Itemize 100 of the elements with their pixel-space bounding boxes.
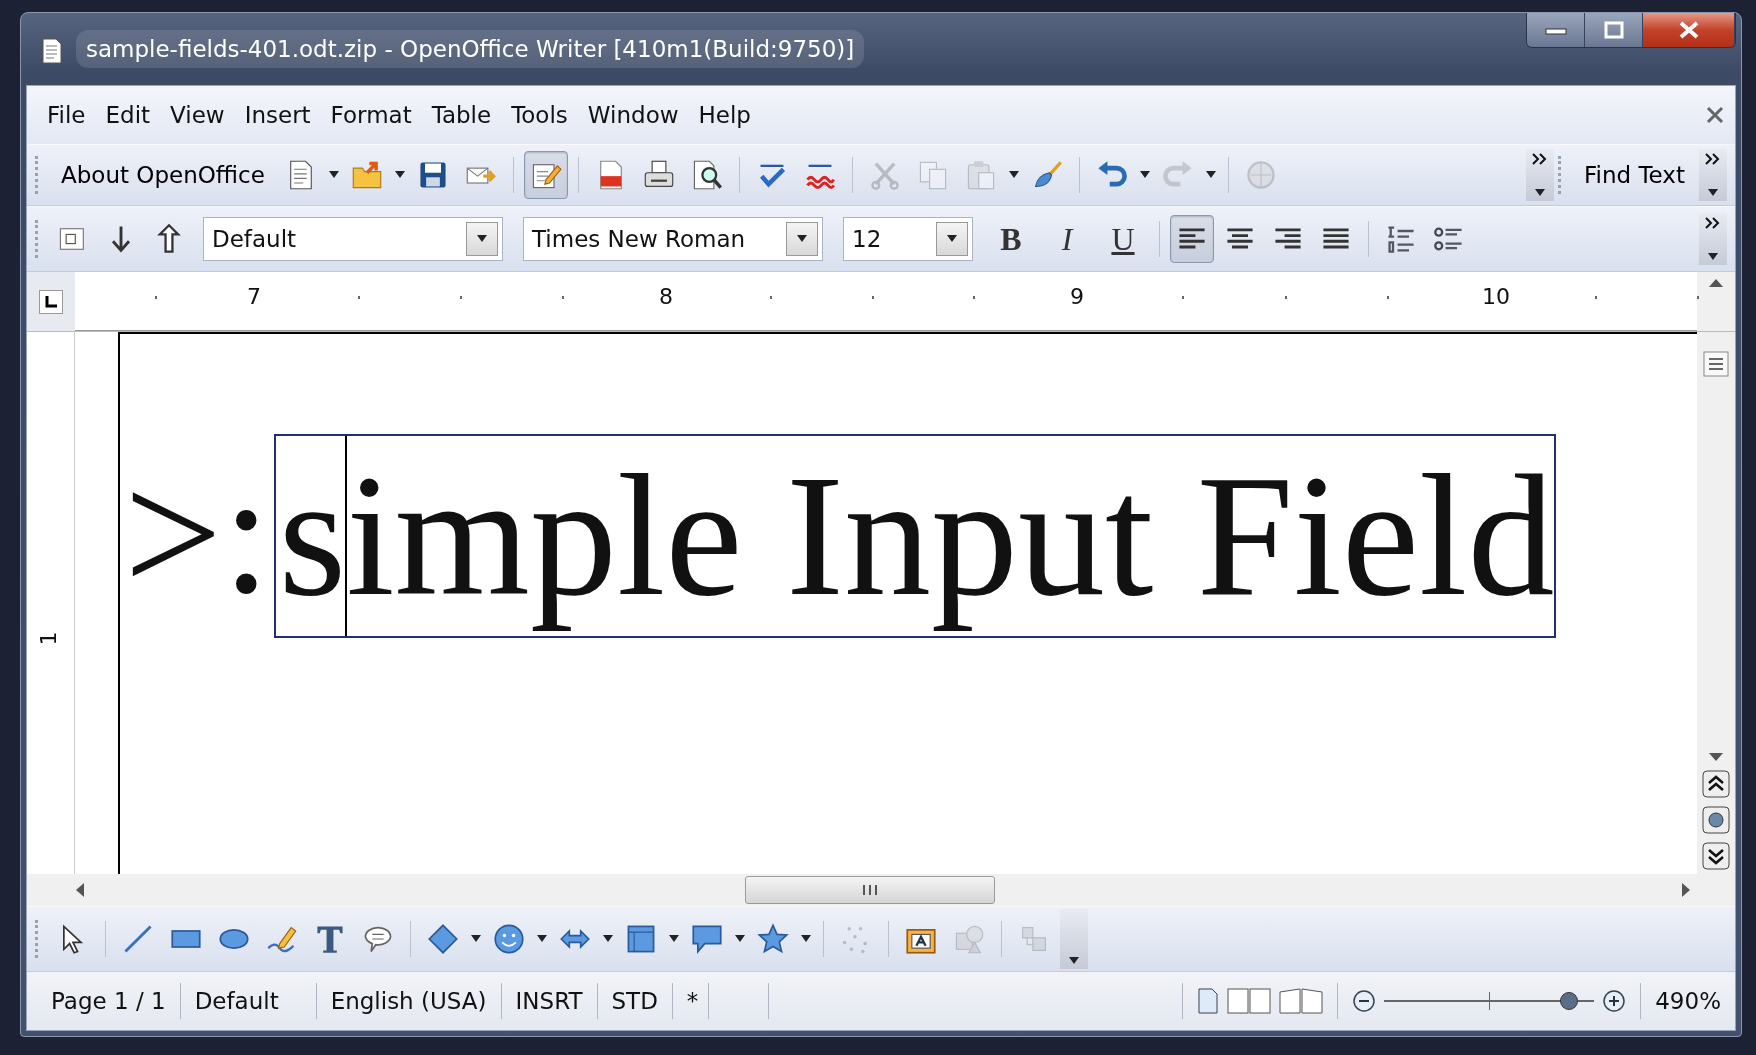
single-page-icon: [1197, 988, 1220, 1014]
menu-item[interactable]: Tools: [501, 93, 578, 137]
align-left-button[interactable]: [1170, 215, 1214, 263]
close-icon: [1677, 20, 1700, 40]
caret-icon: [471, 935, 481, 943]
scroll-left-button[interactable]: [75, 883, 85, 897]
dropdown-caret-icon: [1069, 957, 1079, 965]
dropdown-caret-icon: [1535, 189, 1546, 197]
scroll-down-button[interactable]: [1709, 752, 1723, 762]
insert-mode-status: INSRT: [501, 983, 598, 1019]
caret-icon: [1205, 171, 1216, 179]
scroll-right-button[interactable]: [1681, 883, 1691, 897]
page-count: Page 1 / 1: [27, 983, 181, 1019]
tab-stop-icon: [44, 294, 58, 309]
scroll-right-icon: [1681, 883, 1691, 897]
window-title: sample-fields-401.odt.zip - OpenOffice Writer [410m1(Build:9750)]: [76, 29, 865, 69]
menu-item[interactable]: Window: [577, 93, 689, 137]
chevron-icon: [1532, 153, 1549, 165]
next-page-button[interactable]: [1702, 842, 1730, 870]
navigation-button[interactable]: [1702, 806, 1730, 834]
font-combo-box[interactable]: Default: [203, 217, 503, 261]
view-layout-button[interactable]: [1702, 350, 1730, 378]
scroll-up-icon: [1709, 278, 1723, 288]
caret-icon: [735, 935, 745, 943]
menu-item[interactable]: Help: [688, 93, 761, 137]
dropdown-caret-icon: [947, 235, 957, 243]
toolbar-overflow-button[interactable]: [1699, 213, 1727, 265]
menu-item[interactable]: Table: [421, 93, 502, 137]
document-text: >:: [124, 436, 272, 632]
shapes-icon: [953, 923, 985, 955]
frame-icon: [625, 923, 657, 955]
zoom-in-button[interactable]: [1602, 989, 1627, 1013]
caret-icon: [537, 935, 547, 943]
about-button[interactable]: About OpenOffice: [51, 157, 275, 193]
t-shape-icon: [314, 923, 346, 955]
zoom-percentage: 490%: [1654, 986, 1722, 1016]
bold-button[interactable]: B: [988, 215, 1034, 263]
ruler-number: 7: [247, 283, 261, 311]
numbered-list-icon: [1385, 223, 1417, 255]
grip-icon: [861, 884, 879, 896]
minimize-button[interactable]: [1527, 13, 1585, 47]
caret-icon: [328, 171, 339, 179]
menu-item[interactable]: File: [37, 93, 96, 137]
close-document-button[interactable]: [1705, 105, 1725, 125]
caret-icon: [1008, 171, 1019, 179]
ruler-number: 1: [34, 631, 62, 646]
dropdown-caret-icon: [1708, 189, 1718, 197]
book-view-icon: [1279, 988, 1324, 1014]
font-combo-box[interactable]: Times New Roman: [523, 217, 823, 261]
plus-circle-icon: [1602, 989, 1627, 1013]
star-icon: [757, 923, 789, 955]
chevron-icon: [1705, 153, 1721, 165]
menu-item[interactable]: Insert: [234, 93, 321, 137]
scrollbar-thumb[interactable]: [745, 876, 995, 904]
minimize-icon: [1544, 25, 1567, 35]
language-status: English (USA): [316, 983, 502, 1019]
caret-icon: [1139, 171, 1150, 179]
diagonal-line-icon: [122, 923, 154, 955]
italic-button[interactable]: I: [1044, 215, 1090, 263]
zoom-out-button[interactable]: [1352, 989, 1377, 1013]
lines-page-icon: [1702, 350, 1730, 378]
minus-circle-icon: [1352, 989, 1377, 1013]
dropdown-button[interactable]: [786, 222, 818, 256]
font-combo-box[interactable]: 12: [843, 217, 973, 261]
page-style: Default: [180, 983, 317, 1019]
dropdown-button[interactable]: [936, 222, 968, 256]
close-icon: [1705, 105, 1725, 125]
diamond-icon: [427, 923, 459, 955]
callout-bubble-icon: [691, 923, 723, 955]
slider-thumb[interactable]: [1560, 992, 1579, 1010]
globe-icon: [1244, 159, 1277, 191]
ruler-number: 9: [1070, 283, 1084, 311]
menu-item[interactable]: Format: [320, 93, 422, 137]
dropdown-caret-icon: [1708, 253, 1718, 261]
underline-button[interactable]: U: [1100, 215, 1146, 263]
toolbar-overflow-button[interactable]: [1699, 149, 1727, 201]
tab-stop-selector[interactable]: [39, 289, 63, 314]
double-up-icon: [1702, 770, 1730, 798]
modified-indicator: *: [672, 983, 709, 1019]
smiley-icon: [493, 923, 525, 955]
ruler-number: 8: [659, 283, 673, 311]
toolbar-overflow-button[interactable]: [1526, 149, 1555, 201]
maximize-button[interactable]: [1585, 13, 1643, 47]
find-text-button[interactable]: Find Text: [1574, 157, 1695, 193]
double-down-icon: [1702, 842, 1730, 870]
dropdown-caret-icon: [477, 235, 487, 243]
menu-item[interactable]: View: [160, 93, 235, 137]
dropdown-caret-icon: [797, 235, 807, 243]
selection-mode-status: STD: [597, 983, 673, 1019]
edit-mode-button[interactable]: [523, 151, 568, 199]
menu-item[interactable]: Edit: [95, 93, 161, 137]
caret-icon: [603, 935, 613, 943]
scroll-left-icon: [75, 883, 85, 897]
close-button[interactable]: [1643, 13, 1735, 47]
previous-page-button[interactable]: [1702, 770, 1730, 798]
caret-icon: [669, 935, 679, 943]
vertical-scrollbar[interactable]: [1697, 332, 1735, 874]
dropdown-button[interactable]: [466, 222, 498, 256]
ruler-number: 10: [1482, 283, 1510, 311]
scroll-down-icon: [1709, 752, 1723, 762]
